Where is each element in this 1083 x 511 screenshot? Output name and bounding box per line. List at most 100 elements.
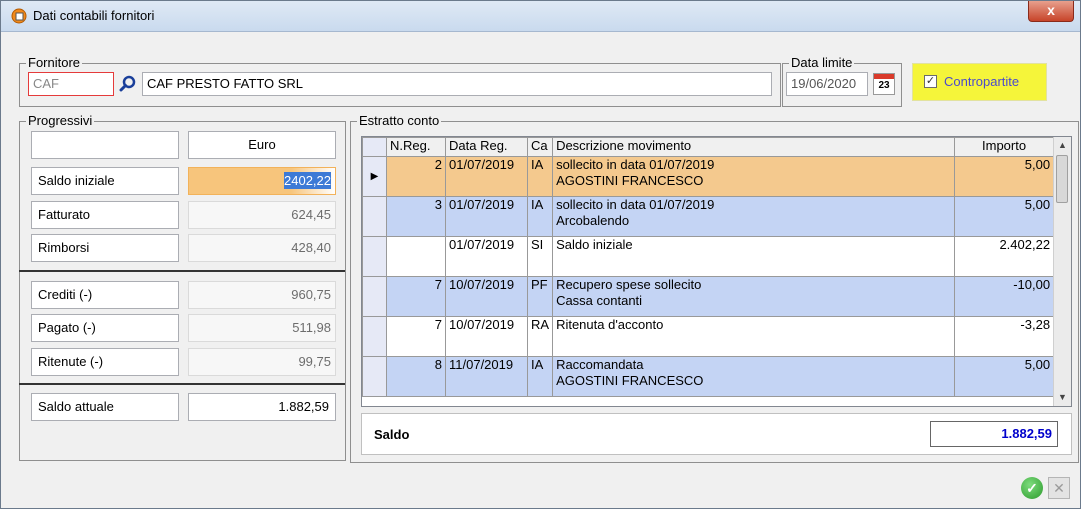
saldo-label: Saldo: [374, 427, 410, 442]
table-header-row: N.Reg. Data Reg. Ca Descrizione moviment…: [362, 137, 1055, 157]
cell-data: 01/07/2019: [445, 196, 528, 237]
dialog-window: Dati contabili fornitori x Fornitore CAF…: [0, 0, 1081, 509]
cell-importo: -10,00: [954, 276, 1055, 317]
progressivi-row-label: Rimborsi: [31, 234, 179, 262]
cell-descrizione: Saldo iniziale: [552, 236, 956, 277]
desc-line-2: Cassa contanti: [556, 293, 643, 308]
fornitore-label: Fornitore: [26, 55, 83, 71]
row-indicator[interactable]: ▶: [362, 156, 387, 197]
saldo-attuale-label: Saldo attuale: [31, 393, 179, 421]
data-limite-input[interactable]: 19/06/2020: [786, 72, 868, 96]
calendar-day: 23: [878, 80, 890, 91]
saldo-value: 1.882,59: [930, 421, 1058, 447]
cell-nreg: 7: [386, 276, 446, 317]
cell-nreg: 7: [386, 316, 446, 357]
scroll-thumb[interactable]: [1056, 155, 1068, 203]
vertical-scrollbar[interactable]: ▲ ▼: [1053, 137, 1071, 406]
row-indicator[interactable]: [362, 236, 387, 277]
cell-ca: RA: [526, 316, 554, 357]
estratto-conto-label: Estratto conto: [357, 113, 442, 129]
table-row[interactable]: 7 10/07/2019 PF Recupero spese sollecito…: [362, 276, 1055, 317]
estratto-conto-grid: N.Reg. Data Reg. Ca Descrizione moviment…: [361, 136, 1072, 407]
row-indicator[interactable]: [362, 196, 387, 237]
cell-importo: 5,00: [954, 196, 1055, 237]
close-button[interactable]: x: [1028, 1, 1074, 22]
cell-nreg: 8: [386, 356, 446, 397]
app-icon: [11, 8, 27, 24]
data-limite-label: Data limite: [789, 55, 855, 71]
desc-line-2: Arcobalendo: [556, 213, 630, 228]
progressivi-row-value: 511,98: [188, 314, 336, 342]
estratto-conto-table: N.Reg. Data Reg. Ca Descrizione moviment…: [362, 137, 1055, 397]
cell-nreg: [386, 236, 446, 277]
col-header-data[interactable]: Data Reg.: [445, 137, 528, 157]
cell-importo: 5,00: [954, 356, 1055, 397]
window-title: Dati contabili fornitori: [33, 8, 155, 23]
cell-data: 10/07/2019: [445, 316, 528, 357]
cancel-button[interactable]: ✕: [1048, 477, 1070, 499]
progressivi-row-value: 99,75: [188, 348, 336, 376]
fornitore-name-field: CAF PRESTO FATTO SRL: [142, 72, 772, 96]
cell-importo: -3,28: [954, 316, 1055, 357]
cell-nreg: 3: [386, 196, 446, 237]
cell-nreg: 2: [386, 156, 446, 197]
table-row[interactable]: 8 11/07/2019 IA Raccomandata AGOSTINI FRA…: [362, 356, 1055, 397]
table-row[interactable]: 01/07/2019 SI Saldo iniziale 2.402,22: [362, 236, 1055, 277]
cell-data: 11/07/2019: [445, 356, 528, 397]
progressivi-row-label: Pagato (-): [31, 314, 179, 342]
progressivi-row-label: Ritenute (-): [31, 348, 179, 376]
col-header-ca[interactable]: Ca: [526, 137, 554, 157]
progressivi-row-label: Saldo iniziale: [31, 167, 179, 195]
cell-descrizione: Raccomandata AGOSTINI FRANCESCO: [552, 356, 956, 397]
col-header-importo[interactable]: Importo: [954, 137, 1055, 157]
progressivi-blank-header: [31, 131, 179, 159]
col-header-descrizione[interactable]: Descrizione movimento: [552, 137, 956, 157]
indicator-header: [362, 137, 387, 157]
table-row[interactable]: ▶ 2 01/07/2019 IA sollecito in data 01/0…: [362, 156, 1055, 197]
cell-ca: SI: [526, 236, 554, 277]
saldo-bar: Saldo 1.882,59: [361, 413, 1072, 455]
cell-descrizione: sollecito in data 01/07/2019 Arcobalendo: [552, 196, 956, 237]
table-row[interactable]: 7 10/07/2019 RA Ritenuta d'acconto -3,28: [362, 316, 1055, 357]
cell-descrizione: Recupero spese sollecito Cassa contanti: [552, 276, 956, 317]
progressivi-label: Progressivi: [26, 113, 95, 129]
col-header-nreg[interactable]: N.Reg.: [386, 137, 446, 157]
scroll-up-icon[interactable]: ▲: [1054, 137, 1071, 154]
desc-line-2: AGOSTINI FRANCESCO: [556, 173, 704, 188]
progressivi-row-label: Crediti (-): [31, 281, 179, 309]
progressivi-row-value: 428,40: [188, 234, 336, 262]
calendar-icon[interactable]: 23: [873, 73, 895, 95]
scroll-down-icon[interactable]: ▼: [1054, 389, 1071, 406]
cell-ca: PF: [526, 276, 554, 317]
cell-data: 01/07/2019: [445, 156, 528, 197]
fornitore-code-input[interactable]: CAF: [28, 72, 114, 96]
row-indicator[interactable]: [362, 276, 387, 317]
progressivi-row-label: Fatturato: [31, 201, 179, 229]
cell-ca: IA: [526, 156, 554, 197]
cell-descrizione: sollecito in data 01/07/2019 AGOSTINI FRA…: [552, 156, 956, 197]
desc-line-1: Saldo iniziale: [556, 237, 633, 253]
saldo-iniziale-value[interactable]: 2402,22: [188, 167, 336, 195]
desc-line-1: Recupero spese sollecito: [556, 277, 702, 293]
cell-importo: 5,00: [954, 156, 1055, 197]
confirm-button[interactable]: ✓: [1021, 477, 1043, 499]
cell-ca: IA: [526, 196, 554, 237]
saldo-attuale-value: 1.882,59: [188, 393, 336, 421]
saldo-iniziale-text: 2402,22: [284, 172, 331, 189]
table-row[interactable]: 3 01/07/2019 IA sollecito in data 01/07/…: [362, 196, 1055, 237]
cell-descrizione: Ritenuta d'acconto: [552, 316, 956, 357]
separator-line: [19, 383, 345, 385]
title-bar: Dati contabili fornitori x: [1, 1, 1080, 32]
contropartite-label: Contropartite: [944, 74, 1020, 89]
cell-importo: 2.402,22: [954, 236, 1055, 277]
separator-line: [19, 270, 345, 272]
desc-line-1: sollecito in data 01/07/2019: [556, 197, 715, 213]
row-indicator[interactable]: [362, 356, 387, 397]
row-indicator[interactable]: [362, 316, 387, 357]
desc-line-1: Ritenuta d'acconto: [556, 317, 664, 333]
progressivi-row-value: 624,45: [188, 201, 336, 229]
cell-data: 01/07/2019: [445, 236, 528, 277]
search-icon[interactable]: [119, 75, 137, 93]
contropartite-box[interactable]: ✓ Contropartite: [912, 63, 1047, 101]
contropartite-checkbox[interactable]: ✓: [924, 75, 937, 88]
